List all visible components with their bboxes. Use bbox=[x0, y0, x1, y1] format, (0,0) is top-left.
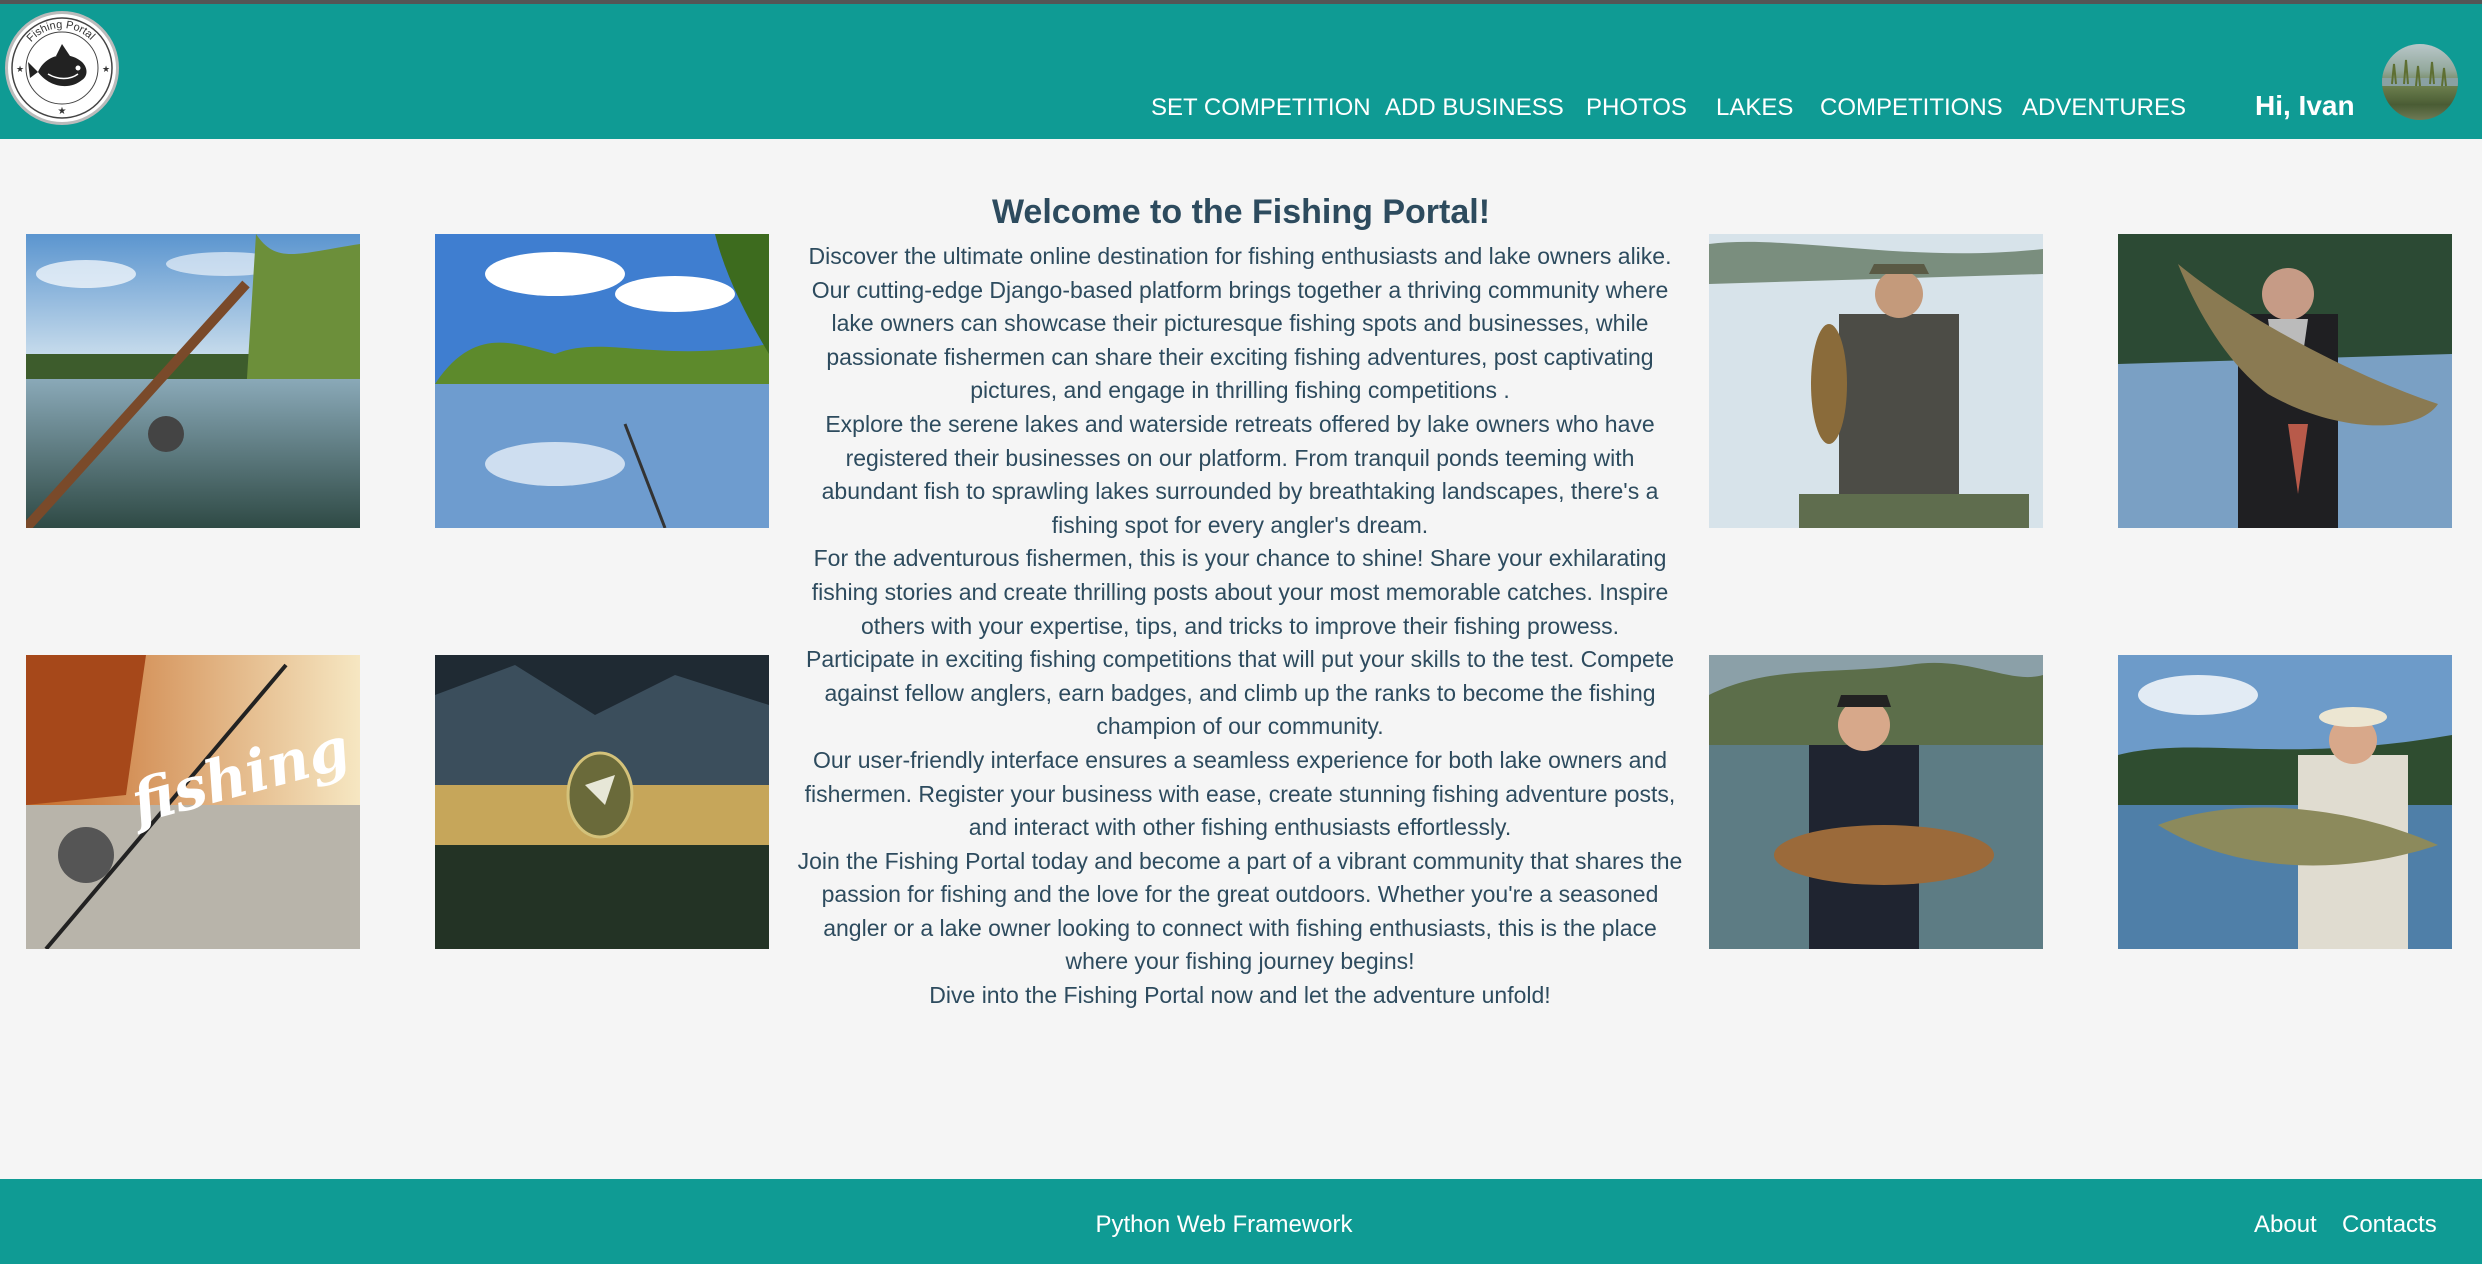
fish-logo-icon: Fishing Portal ★ ★ ★ bbox=[11, 17, 113, 119]
page-title: Welcome to the Fishing Portal! bbox=[991, 192, 1491, 231]
user-greeting: Hi, Ivan bbox=[2255, 90, 2355, 121]
nav-competitions[interactable]: COMPETITIONS bbox=[1820, 94, 2003, 122]
photo-old-man-with-pike bbox=[2118, 655, 2452, 949]
interface-paragraph: Our user-friendly interface ensures a se… bbox=[804, 746, 1676, 841]
nav-set-competition[interactable]: SET COMPETITION bbox=[1151, 94, 1371, 122]
svg-text:★: ★ bbox=[58, 106, 67, 117]
svg-text:★: ★ bbox=[16, 64, 24, 74]
nav-adventures[interactable]: ADVENTURES bbox=[2022, 94, 2186, 122]
photo-fishing-sunset-reel: fishing bbox=[26, 655, 360, 949]
photo-lake-reflection bbox=[435, 234, 769, 528]
closing-paragraph: Dive into the Fishing Portal now and let… bbox=[929, 982, 1551, 1009]
user-avatar[interactable] bbox=[2382, 44, 2458, 120]
lakes-paragraph: Explore the serene lakes and waterside r… bbox=[821, 410, 1659, 538]
svg-text:★: ★ bbox=[102, 64, 110, 74]
footer-contacts-link[interactable]: Contacts bbox=[2342, 1211, 2437, 1239]
competitions-paragraph: Participate in exciting fishing competit… bbox=[805, 646, 1674, 740]
welcome-text: Discover the ultimate online destination… bbox=[795, 240, 1685, 1013]
footer-about-link[interactable]: About bbox=[2254, 1211, 2317, 1239]
footer-caption: Python Web Framework bbox=[1095, 1211, 1353, 1238]
site-footer: Python Web Framework About Contacts bbox=[0, 1179, 2482, 1264]
site-logo[interactable]: Fishing Portal ★ ★ ★ bbox=[5, 11, 119, 125]
nav-add-business[interactable]: ADD BUSINESS bbox=[1385, 94, 1564, 122]
intro-paragraph: Discover the ultimate online destination… bbox=[808, 243, 1672, 404]
photo-man-with-pike bbox=[2118, 234, 2452, 528]
site-header: Fishing Portal ★ ★ ★ SET COMPETITION ADD… bbox=[0, 4, 2482, 139]
photo-mountain-lake-badge bbox=[435, 655, 769, 949]
join-paragraph: Join the Fishing Portal today and become… bbox=[797, 847, 1683, 975]
photo-fishing-rod-lake bbox=[26, 234, 360, 528]
nav-lakes[interactable]: LAKES bbox=[1716, 94, 1793, 122]
photo-woman-with-trout bbox=[1709, 655, 2043, 949]
adventures-paragraph: For the adventurous fishermen, this is y… bbox=[811, 545, 1669, 639]
photo-man-with-bass bbox=[1709, 234, 2043, 528]
avatar-image bbox=[2382, 59, 2458, 87]
nav-photos[interactable]: PHOTOS bbox=[1586, 94, 1687, 122]
